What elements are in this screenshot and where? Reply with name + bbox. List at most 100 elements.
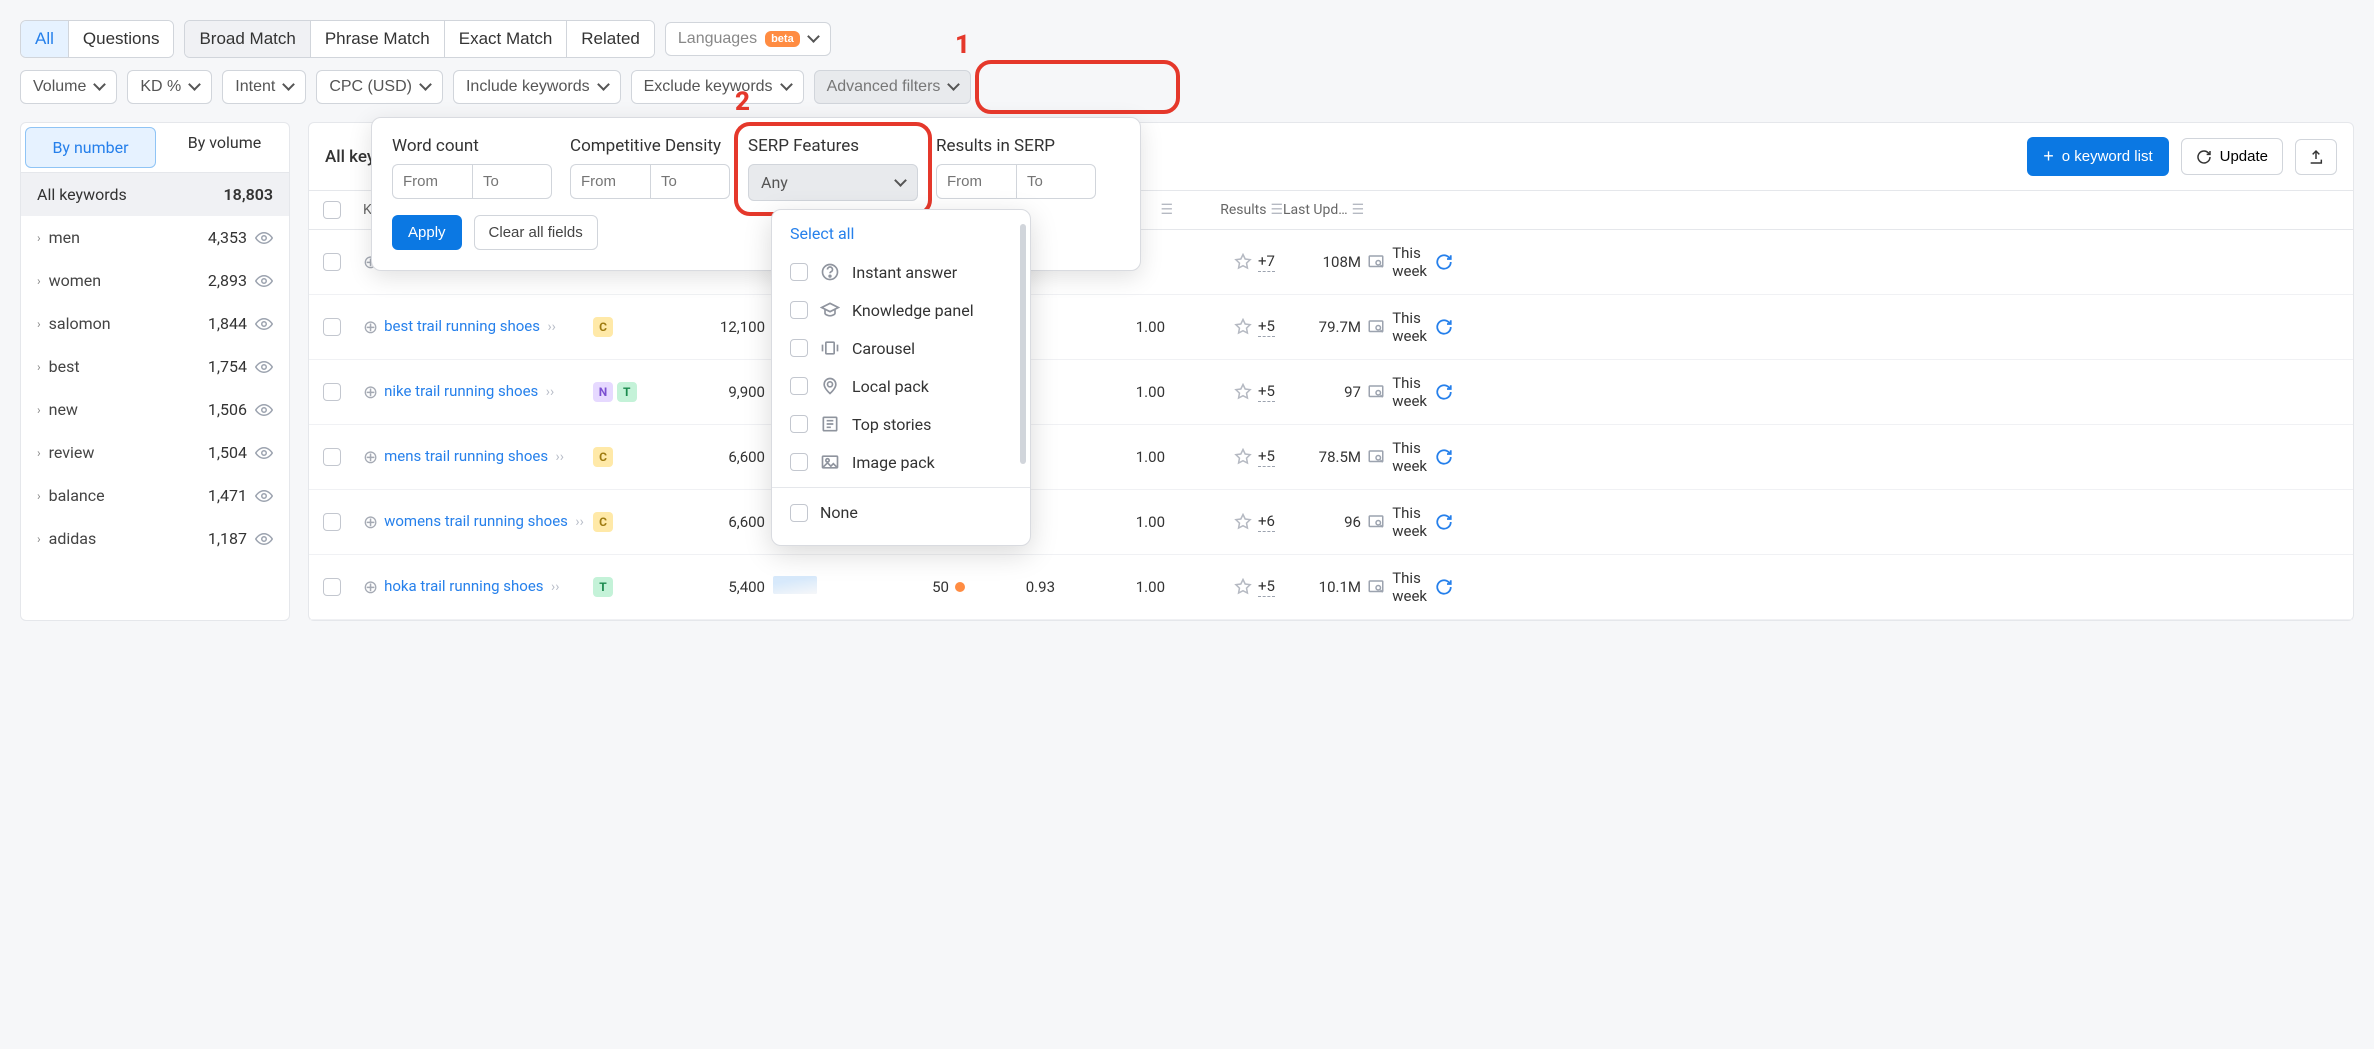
sidebar-item[interactable]: ›review 1,504	[21, 431, 289, 474]
serp-feature-item[interactable]: Knowledge panel	[772, 291, 1030, 329]
add-icon[interactable]: ⊕	[363, 382, 378, 403]
select-all-checkbox[interactable]	[323, 201, 341, 219]
star-icon[interactable]	[1234, 578, 1252, 596]
filter-advanced[interactable]: Advanced filters	[814, 70, 972, 104]
comp-density-to[interactable]	[650, 164, 730, 199]
add-icon[interactable]: ⊕	[363, 317, 378, 338]
refresh-icon[interactable]	[1435, 578, 1453, 596]
update-button[interactable]: Update	[2181, 138, 2283, 175]
filter-kd[interactable]: KD %	[127, 70, 212, 104]
serp-features-select[interactable]: Any	[748, 164, 918, 201]
filter-exclude-keywords[interactable]: Exclude keywords	[631, 70, 804, 104]
checkbox[interactable]	[790, 263, 808, 281]
cell-sf[interactable]: +6	[1258, 512, 1275, 532]
col-last-updated[interactable]: Last Upd… ☰	[1283, 202, 1393, 218]
add-icon[interactable]: ⊕	[363, 577, 378, 598]
sidebar-item[interactable]: ›men 4,353	[21, 216, 289, 259]
serp-preview-icon[interactable]	[1367, 253, 1385, 271]
refresh-icon[interactable]	[1435, 318, 1453, 336]
checkbox[interactable]	[790, 339, 808, 357]
scrollbar[interactable]	[1020, 224, 1026, 464]
checkbox[interactable]	[790, 504, 808, 522]
refresh-icon[interactable]	[1435, 253, 1453, 271]
row-checkbox[interactable]	[323, 253, 341, 271]
word-count-from[interactable]	[392, 164, 472, 199]
filter-volume[interactable]: Volume	[20, 70, 117, 104]
export-button[interactable]	[2295, 139, 2337, 175]
tab-all[interactable]: All	[21, 21, 69, 57]
serp-item-none[interactable]: None	[772, 494, 1030, 531]
serp-preview-icon[interactable]	[1367, 318, 1385, 336]
filter-intent[interactable]: Intent	[222, 70, 306, 104]
serp-feature-item[interactable]: Top stories	[772, 405, 1030, 443]
clear-all-button[interactable]: Clear all fields	[474, 215, 598, 250]
sidebar: By number By volume All keywords 18,803 …	[20, 122, 290, 621]
filter-cpc[interactable]: CPC (USD)	[316, 70, 443, 104]
cell-sf[interactable]: +5	[1258, 447, 1275, 467]
star-icon[interactable]	[1234, 253, 1252, 271]
row-checkbox[interactable]	[323, 513, 341, 531]
apply-button[interactable]: Apply	[392, 215, 462, 250]
serp-feature-label: Local pack	[852, 377, 929, 396]
languages-dropdown[interactable]: Languages beta	[665, 22, 831, 56]
keyword-link[interactable]: best trail running shoes	[384, 317, 540, 335]
tab-questions[interactable]: Questions	[69, 21, 174, 57]
row-checkbox[interactable]	[323, 448, 341, 466]
chevron-down-icon	[895, 178, 905, 188]
sidebar-item[interactable]: ›balance 1,471	[21, 474, 289, 517]
comp-density-from[interactable]	[570, 164, 650, 199]
cell-sf[interactable]: +5	[1258, 577, 1275, 597]
checkbox[interactable]	[790, 415, 808, 433]
sidebar-item[interactable]: ›best 1,754	[21, 345, 289, 388]
serp-feature-item[interactable]: Local pack	[772, 367, 1030, 405]
serp-preview-icon[interactable]	[1367, 578, 1385, 596]
serp-preview-icon[interactable]	[1367, 513, 1385, 531]
star-icon[interactable]	[1234, 383, 1252, 401]
keyword-link[interactable]: hoka trail running shoes	[384, 577, 543, 595]
refresh-icon[interactable]	[1435, 513, 1453, 531]
sidebar-item[interactable]: ›new 1,506	[21, 388, 289, 431]
filter-include-keywords[interactable]: Include keywords	[453, 70, 621, 104]
word-count-to[interactable]	[472, 164, 552, 199]
cell-sf[interactable]: +5	[1258, 382, 1275, 402]
keyword-link[interactable]: mens trail running shoes	[384, 447, 548, 465]
tab-related[interactable]: Related	[567, 21, 654, 57]
checkbox[interactable]	[790, 301, 808, 319]
sidebar-tab-by-number[interactable]: By number	[25, 127, 156, 168]
cell-sf[interactable]: +7	[1258, 252, 1275, 272]
serp-feature-item[interactable]: Image pack	[772, 443, 1030, 481]
select-all-link[interactable]: Select all	[772, 224, 1030, 253]
results-serp-from[interactable]	[936, 164, 1016, 199]
serp-preview-icon[interactable]	[1367, 383, 1385, 401]
sidebar-all-keywords[interactable]: All keywords 18,803	[21, 173, 289, 216]
sidebar-item[interactable]: ›adidas 1,187	[21, 517, 289, 560]
add-to-keyword-list-button[interactable]: +o keyword list	[2027, 137, 2168, 176]
results-serp-to[interactable]	[1016, 164, 1096, 199]
star-icon[interactable]	[1234, 318, 1252, 336]
serp-feature-item[interactable]: Carousel	[772, 329, 1030, 367]
serp-preview-icon[interactable]	[1367, 448, 1385, 466]
sidebar-item[interactable]: ›salomon 1,844	[21, 302, 289, 345]
star-icon[interactable]	[1234, 513, 1252, 531]
col-results[interactable]: Results ☰	[1173, 202, 1283, 218]
serp-feature-item[interactable]: Instant answer	[772, 253, 1030, 291]
keyword-link[interactable]: womens trail running shoes	[384, 512, 568, 530]
cell-sf[interactable]: +5	[1258, 317, 1275, 337]
star-icon[interactable]	[1234, 448, 1252, 466]
row-checkbox[interactable]	[323, 578, 341, 596]
keyword-link[interactable]: nike trail running shoes	[384, 382, 538, 400]
add-icon[interactable]: ⊕	[363, 512, 378, 533]
row-checkbox[interactable]	[323, 383, 341, 401]
tab-exact-match[interactable]: Exact Match	[445, 21, 568, 57]
tab-phrase-match[interactable]: Phrase Match	[311, 21, 445, 57]
refresh-icon[interactable]	[1435, 448, 1453, 466]
row-checkbox[interactable]	[323, 318, 341, 336]
add-icon[interactable]: ⊕	[363, 447, 378, 468]
refresh-icon[interactable]	[1435, 383, 1453, 401]
checkbox[interactable]	[790, 453, 808, 471]
sidebar-tab-by-volume[interactable]: By volume	[160, 123, 289, 172]
checkbox[interactable]	[790, 377, 808, 395]
table-row: ⊕ hoka trail running shoes ›› T 5,400 50…	[309, 555, 2353, 620]
sidebar-item[interactable]: ›women 2,893	[21, 259, 289, 302]
tab-broad-match[interactable]: Broad Match	[185, 21, 310, 57]
